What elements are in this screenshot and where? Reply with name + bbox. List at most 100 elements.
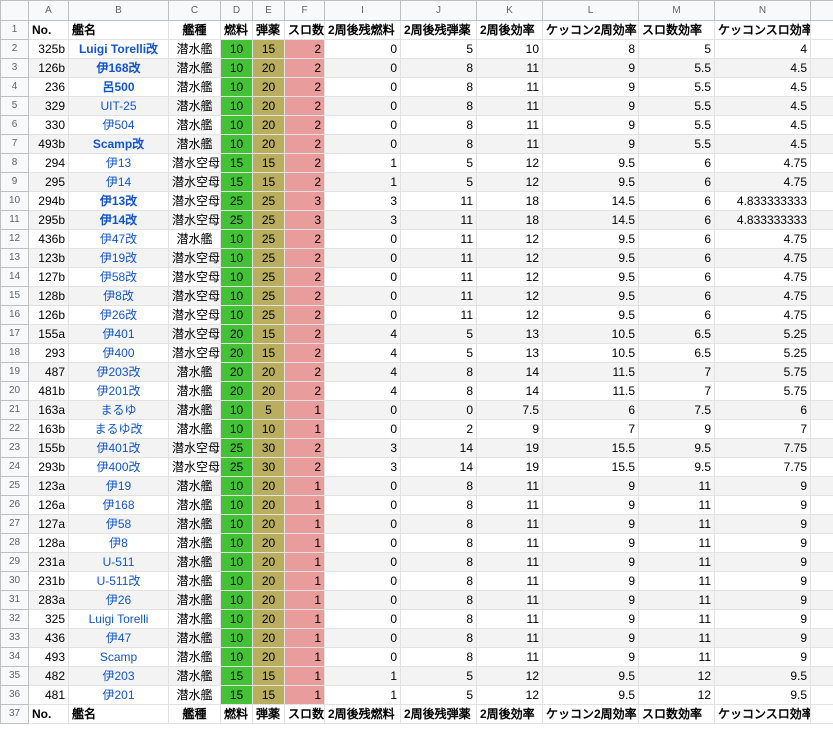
header-ammo_after[interactable]: 2周後残弾薬: [400, 20, 477, 40]
row-number[interactable]: 36: [0, 685, 29, 705]
cell-ammo[interactable]: 20: [252, 514, 285, 534]
cell-ship-name[interactable]: 伊14改: [68, 210, 169, 230]
cell-kk-slot-efficiency[interactable]: 4.5: [714, 77, 811, 97]
row-number[interactable]: 29: [0, 552, 29, 572]
cell-no[interactable]: 294b: [28, 191, 69, 211]
cell-slots[interactable]: 1: [284, 571, 325, 591]
cell-ammo-after[interactable]: 8: [400, 590, 477, 610]
column-header-a[interactable]: A: [28, 0, 69, 21]
cell-kk-efficiency[interactable]: 9.5: [542, 248, 639, 268]
cell-slot-efficiency[interactable]: 11: [638, 533, 715, 553]
empty-cell[interactable]: [810, 305, 833, 325]
cell-ship-type[interactable]: 潜水艦: [168, 77, 221, 97]
cell-slot-efficiency[interactable]: 6: [638, 305, 715, 325]
row-number[interactable]: 19: [0, 362, 29, 382]
row-number[interactable]: 35: [0, 666, 29, 686]
cell-kk-slot-efficiency[interactable]: 4.5: [714, 115, 811, 135]
cell-slot-efficiency[interactable]: 6.5: [638, 343, 715, 363]
cell-ship-name[interactable]: 伊47: [68, 628, 169, 648]
cell-fuel[interactable]: 25: [220, 191, 253, 211]
row-number[interactable]: 24: [0, 457, 29, 477]
cell-no[interactable]: 295b: [28, 210, 69, 230]
cell-ammo[interactable]: 15: [252, 685, 285, 705]
cell-no[interactable]: 283a: [28, 590, 69, 610]
empty-cell[interactable]: [810, 229, 833, 249]
cell-fuel[interactable]: 15: [220, 666, 253, 686]
header-fuel[interactable]: 燃料: [220, 20, 253, 40]
row-number[interactable]: 23: [0, 438, 29, 458]
row-number[interactable]: 33: [0, 628, 29, 648]
cell-ammo[interactable]: 10: [252, 419, 285, 439]
cell-fuel[interactable]: 10: [220, 609, 253, 629]
cell-fuel-after[interactable]: 3: [324, 457, 401, 477]
cell-kk-slot-efficiency[interactable]: 4.75: [714, 305, 811, 325]
header-kk_eff[interactable]: ケッコン2周効率: [542, 704, 639, 724]
empty-cell[interactable]: [810, 590, 833, 610]
empty-cell[interactable]: [810, 115, 833, 135]
empty-cell[interactable]: [810, 77, 833, 97]
cell-slot-efficiency[interactable]: 9.5: [638, 457, 715, 477]
cell-kk-efficiency[interactable]: 8: [542, 39, 639, 59]
row-number[interactable]: 4: [0, 77, 29, 97]
cell-slot-efficiency[interactable]: 5.5: [638, 134, 715, 154]
cell-fuel[interactable]: 25: [220, 438, 253, 458]
cell-fuel[interactable]: 25: [220, 457, 253, 477]
cell-efficiency[interactable]: 12: [476, 248, 543, 268]
cell-fuel[interactable]: 10: [220, 77, 253, 97]
cell-efficiency[interactable]: 11: [476, 514, 543, 534]
cell-fuel[interactable]: 10: [220, 115, 253, 135]
cell-ship-type[interactable]: 潜水空母: [168, 210, 221, 230]
cell-ammo-after[interactable]: 5: [400, 172, 477, 192]
cell-slots[interactable]: 1: [284, 495, 325, 515]
column-header-c[interactable]: C: [168, 0, 221, 21]
cell-fuel-after[interactable]: 0: [324, 96, 401, 116]
column-header-j[interactable]: J: [400, 0, 477, 21]
cell-no[interactable]: 126b: [28, 305, 69, 325]
cell-ship-type[interactable]: 潜水空母: [168, 305, 221, 325]
cell-fuel-after[interactable]: 0: [324, 476, 401, 496]
cell-no[interactable]: 481b: [28, 381, 69, 401]
cell-ammo-after[interactable]: 8: [400, 58, 477, 78]
cell-ammo-after[interactable]: 2: [400, 419, 477, 439]
cell-slots[interactable]: 3: [284, 210, 325, 230]
cell-slots[interactable]: 3: [284, 191, 325, 211]
row-number[interactable]: 25: [0, 476, 29, 496]
cell-ammo[interactable]: 25: [252, 229, 285, 249]
cell-fuel-after[interactable]: 1: [324, 685, 401, 705]
cell-slot-efficiency[interactable]: 9: [638, 419, 715, 439]
column-header-e[interactable]: E: [252, 0, 285, 21]
header-no[interactable]: No.: [28, 704, 69, 724]
cell-ammo[interactable]: 25: [252, 191, 285, 211]
cell-kk-efficiency[interactable]: 9.5: [542, 229, 639, 249]
cell-ammo[interactable]: 20: [252, 571, 285, 591]
cell-ammo-after[interactable]: 5: [400, 666, 477, 686]
cell-ammo-after[interactable]: 11: [400, 286, 477, 306]
cell-ship-type[interactable]: 潜水艦: [168, 514, 221, 534]
cell-kk-efficiency[interactable]: 9: [542, 552, 639, 572]
empty-cell[interactable]: [810, 286, 833, 306]
cell-fuel[interactable]: 10: [220, 552, 253, 572]
cell-ship-name[interactable]: 伊504: [68, 115, 169, 135]
row-number[interactable]: 5: [0, 96, 29, 116]
cell-ammo-after[interactable]: 11: [400, 305, 477, 325]
cell-kk-efficiency[interactable]: 9: [542, 58, 639, 78]
cell-kk-efficiency[interactable]: 9.5: [542, 172, 639, 192]
cell-fuel[interactable]: 10: [220, 39, 253, 59]
cell-kk-efficiency[interactable]: 11.5: [542, 381, 639, 401]
column-header-n[interactable]: N: [714, 0, 811, 21]
cell-ship-type[interactable]: 潜水艦: [168, 96, 221, 116]
cell-fuel-after[interactable]: 1: [324, 172, 401, 192]
cell-ammo[interactable]: 20: [252, 590, 285, 610]
cell-slots[interactable]: 1: [284, 685, 325, 705]
cell-efficiency[interactable]: 11: [476, 115, 543, 135]
cell-kk-efficiency[interactable]: 14.5: [542, 210, 639, 230]
cell-slots[interactable]: 2: [284, 457, 325, 477]
cell-slot-efficiency[interactable]: 12: [638, 666, 715, 686]
cell-fuel-after[interactable]: 3: [324, 438, 401, 458]
cell-kk-efficiency[interactable]: 9: [542, 495, 639, 515]
cell-slot-efficiency[interactable]: 6.5: [638, 324, 715, 344]
cell-no[interactable]: 127b: [28, 267, 69, 287]
cell-fuel[interactable]: 10: [220, 248, 253, 268]
header-eff[interactable]: 2周後効率: [476, 20, 543, 40]
empty-cell[interactable]: [810, 666, 833, 686]
